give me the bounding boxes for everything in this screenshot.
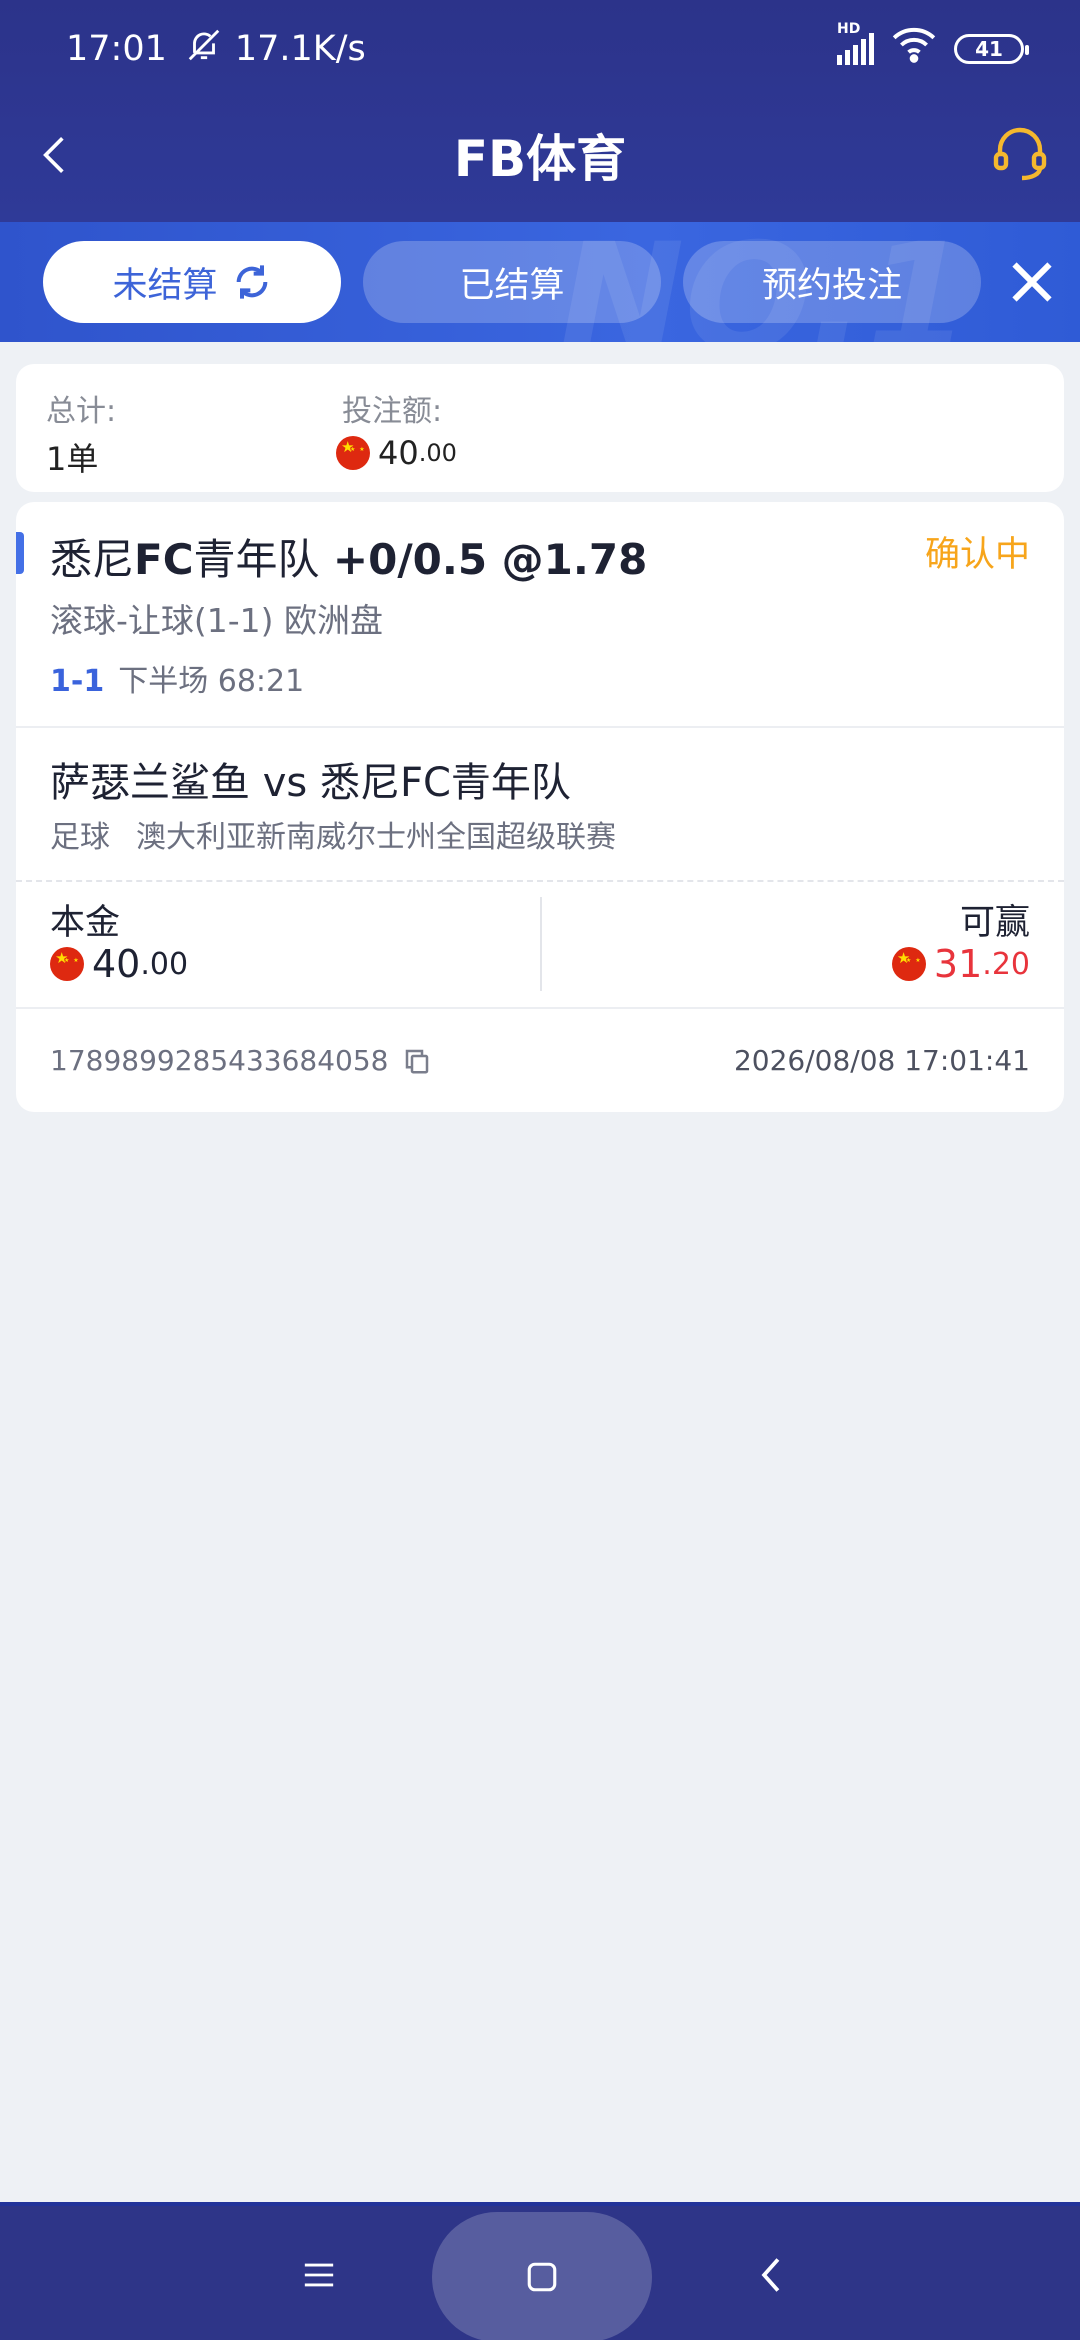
cny-flag-icon [891, 947, 926, 981]
app-header: 17:01 17.1K/s HD 41 FB体育 [0, 0, 1080, 222]
bet-tabs: NO.1 未结算 已结算 预约投注 [0, 222, 1080, 342]
bet-timestamp: 2026/08/08 17:01:41 [733, 1044, 1030, 1077]
tab-label: 已结算 [459, 265, 565, 306]
live-score: 1-1 [50, 664, 105, 699]
total-label: 总计: [46, 394, 117, 429]
signal-icon: HD [837, 21, 874, 65]
bet-id-text: 1789899285433684058 [50, 1044, 389, 1077]
tab-reserved-bets[interactable]: 预约投注 [683, 241, 981, 323]
menu-icon [304, 2263, 334, 2287]
wifi-icon [892, 27, 936, 72]
payout-int: 31 [933, 942, 983, 986]
payout-value: 31.20 [891, 942, 1030, 986]
stake-int: 40 [92, 942, 141, 986]
back-button[interactable] [24, 125, 84, 185]
summary-card: 总计: 1单 投注额: 40.00 [16, 364, 1064, 492]
stake-label: 本金 [50, 903, 121, 943]
market-type: 滚球-让球(1-1) 欧洲盘 [50, 601, 384, 640]
tab-settled[interactable]: 已结算 [363, 241, 661, 323]
amount-value: 40.00 [336, 434, 457, 472]
payout-dec: .20 [982, 946, 1030, 982]
customer-support-button[interactable] [990, 124, 1050, 184]
network-type: HD [837, 21, 861, 37]
selection-accent [16, 532, 24, 574]
close-icon [1012, 262, 1052, 302]
divider [16, 726, 1064, 728]
payout-label: 可赢 [959, 903, 1030, 943]
back-icon [761, 2258, 780, 2292]
tab-label: 未结算 [112, 265, 218, 306]
bet-selection: 悉尼FC青年队 +0/0.5 @1.78 [50, 526, 647, 587]
dashed-divider [16, 880, 1064, 882]
bell-mute-icon [185, 26, 223, 73]
team-name: 悉尼 [50, 535, 135, 584]
nav-back-button[interactable] [716, 2206, 826, 2340]
match-period: 下半场 68:21 [118, 664, 305, 699]
home-button[interactable] [432, 2212, 652, 2340]
team-name-bold: FC [134, 535, 194, 584]
sport-name: 足球 [50, 820, 110, 855]
live-info: 1-1 下半场 68:21 [50, 656, 304, 700]
title-bar: FB体育 [0, 110, 1080, 200]
back-icon [43, 137, 64, 173]
system-nav-bar [0, 2202, 1080, 2340]
divider [16, 1007, 1064, 1009]
stake-dec: .00 [140, 946, 189, 982]
cny-flag-icon [50, 947, 84, 981]
page-title: FB体育 [453, 130, 627, 188]
odds-line: +0/0.5 @1.78 [332, 535, 648, 584]
bet-list: 总计: 1单 投注额: 40.00 悉尼FC青年队 +0/0.5 @1.78 确… [0, 342, 1080, 2202]
league-info: 足球 澳大利亚新南威尔士州全国超级联赛 [50, 812, 616, 856]
team-name-rest: 青年队 [193, 535, 320, 584]
tab-unsettled[interactable]: 未结算 [43, 241, 341, 323]
support-headset-icon [993, 127, 1047, 181]
amount-label: 投注额: [342, 394, 443, 429]
close-button[interactable] [1002, 252, 1062, 312]
copy-icon[interactable] [402, 1046, 432, 1076]
stake-value: 40.00 [50, 942, 188, 986]
battery-indicator: 41 [954, 34, 1029, 64]
menu-button[interactable] [264, 2206, 374, 2340]
cny-flag-icon [336, 436, 370, 470]
league-name: 澳大利亚新南威尔士州全国超级联赛 [136, 820, 616, 855]
bet-id: 1789899285433684058 [50, 1044, 432, 1077]
status-badge: 确认中 [924, 535, 1030, 575]
total-value: 1单 [46, 440, 99, 478]
refresh-icon[interactable] [232, 262, 272, 302]
net-speed: 17.1K/s [234, 29, 366, 69]
vertical-divider [540, 897, 542, 991]
status-right: HD 41 [837, 21, 1029, 72]
clock: 17:01 [66, 29, 167, 69]
home-icon [527, 2262, 557, 2292]
amount-dec: .00 [418, 439, 457, 467]
tab-label: 预约投注 [761, 265, 902, 306]
status-bar: 17:01 17.1K/s HD 41 [66, 21, 1029, 76]
bet-card[interactable]: 悉尼FC青年队 +0/0.5 @1.78 确认中 滚球-让球(1-1) 欧洲盘 … [16, 502, 1064, 1112]
match-name: 萨瑟兰鲨鱼 vs 悉尼FC青年队 [50, 760, 571, 806]
amount-int: 40 [378, 434, 419, 472]
